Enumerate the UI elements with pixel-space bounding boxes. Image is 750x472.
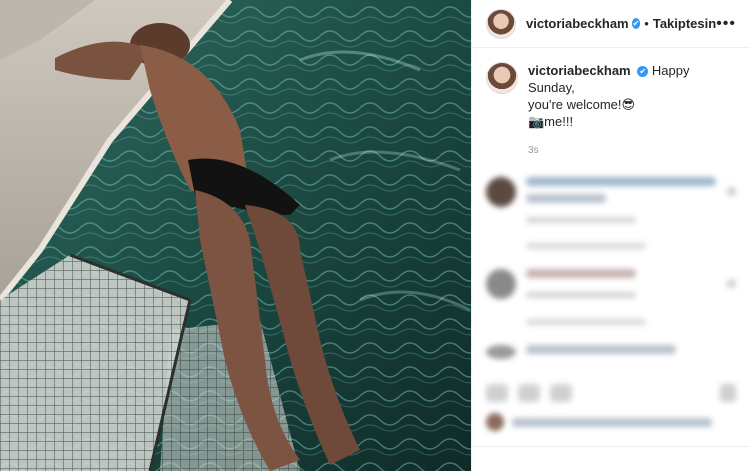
header-username[interactable]: victoriabeckham <box>526 16 629 31</box>
avatar[interactable] <box>486 8 516 39</box>
pool-photo-image <box>0 0 471 471</box>
separator-dot: • <box>644 16 649 31</box>
comment-body <box>526 269 727 298</box>
comment-row <box>472 269 750 299</box>
comment-icon[interactable] <box>518 384 540 402</box>
caption-line-3: 📷me!!! <box>528 114 574 129</box>
caption-username[interactable]: victoriabeckham <box>528 63 631 78</box>
post-photo[interactable] <box>0 0 471 471</box>
liked-by-text <box>512 417 712 427</box>
instagram-post-view: victoriabeckham ✔ • Takiptesin ••• victo… <box>0 0 750 471</box>
comment-meta[interactable] <box>526 217 636 223</box>
comment-avatar[interactable] <box>486 177 516 207</box>
liker-avatar <box>486 413 504 431</box>
comment-text-line <box>526 177 716 186</box>
more-options-icon[interactable]: ••• <box>716 15 736 33</box>
comment-row <box>472 177 750 223</box>
post-sidebar: victoriabeckham ✔ • Takiptesin ••• victo… <box>471 0 750 471</box>
liked-by-row[interactable] <box>486 413 712 431</box>
post-header: victoriabeckham ✔ • Takiptesin ••• <box>472 0 750 48</box>
view-replies[interactable] <box>526 319 646 325</box>
comment-avatar[interactable] <box>486 345 516 359</box>
heart-icon[interactable] <box>727 279 736 288</box>
caption-avatar[interactable] <box>486 62 518 94</box>
action-bar <box>486 384 572 402</box>
verified-badge-icon: ✔ <box>631 18 641 29</box>
view-replies[interactable] <box>526 243 646 249</box>
share-icon[interactable] <box>550 384 572 402</box>
caption-line-2: you're welcome!😎 <box>528 97 636 112</box>
comment-row <box>472 345 750 362</box>
following-button[interactable]: Takiptesin <box>653 16 716 31</box>
comment-body <box>526 345 736 362</box>
comment-text-line <box>526 269 636 278</box>
post-caption: victoriabeckham ✔ Happy Sunday, you're w… <box>472 48 750 159</box>
comment-input-area[interactable] <box>472 446 750 472</box>
heart-icon[interactable] <box>486 384 508 402</box>
comment-meta[interactable] <box>526 292 636 298</box>
bookmark-icon[interactable] <box>720 384 736 402</box>
comment-text-line <box>526 194 606 203</box>
comment-body <box>526 177 727 223</box>
caption-text-block: victoriabeckham ✔ Happy Sunday, you're w… <box>528 62 736 159</box>
heart-icon[interactable] <box>727 187 736 196</box>
comment-avatar[interactable] <box>486 269 516 299</box>
verified-badge-icon: ✔ <box>637 66 649 78</box>
post-timestamp: 3s <box>528 145 539 156</box>
comment-text-line <box>526 345 676 354</box>
